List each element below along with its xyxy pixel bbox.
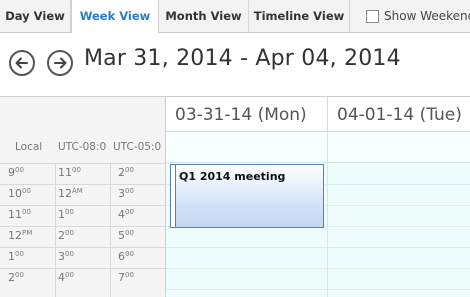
tab-month-view[interactable]: Month View: [159, 0, 249, 32]
time-row: 12PM 200 500: [0, 226, 166, 247]
all-day-slot[interactable]: [328, 132, 470, 163]
appointment-q1-meeting[interactable]: Q1 2014 meeting: [170, 164, 324, 228]
time-label-local: 1100: [8, 208, 31, 221]
previous-week-button[interactable]: [9, 50, 35, 76]
day-header-tue[interactable]: 04-01-14 (Tue): [328, 97, 470, 132]
time-label-utc8: 12AM: [58, 187, 83, 200]
hour-line: [328, 268, 470, 269]
day-header-label: 04-01-14 (Tue): [337, 105, 462, 125]
timezone-utc-8-header: UTC-08:0: [58, 141, 107, 153]
time-label-utc5: 300: [118, 187, 134, 200]
hour-line: [328, 247, 470, 248]
timezone-local-header: Local: [15, 141, 43, 153]
tab-week-view[interactable]: Week View: [71, 0, 159, 33]
show-weekend-label: Show Weekend: [384, 9, 470, 23]
hour-line: [328, 289, 470, 290]
next-week-button[interactable]: [47, 50, 73, 76]
show-weekend-toggle[interactable]: Show Weekend: [366, 8, 470, 24]
time-label-local: 12PM: [8, 229, 33, 242]
time-label-local: 100: [8, 250, 24, 263]
timezone-utc-5-header: UTC-05:0: [113, 141, 162, 153]
time-row: 100 300 600: [0, 247, 166, 268]
hour-line: [166, 247, 327, 248]
timezone-ruler: Local UTC-08:0 UTC-05:0 900 1100 200 1000 12…: [0, 97, 166, 297]
time-label-utc8: 100: [58, 208, 74, 221]
date-range-title: Mar 31, 2014 - Apr 04, 2014: [84, 46, 401, 71]
day-column-tue[interactable]: [328, 132, 470, 297]
day-header-label: 03-31-14 (Mon): [175, 105, 307, 125]
time-label-utc5: 200: [118, 166, 134, 179]
time-label-utc5: 600: [118, 250, 134, 263]
all-day-slot[interactable]: [166, 132, 327, 163]
time-label-local: 900: [8, 166, 24, 179]
time-label-local: 1000: [8, 187, 31, 200]
time-row: 1100 100 400: [0, 205, 166, 226]
tab-day-view[interactable]: Day View: [0, 0, 71, 32]
time-label-utc8: 300: [58, 250, 74, 263]
hour-line: [328, 184, 470, 185]
time-label-utc8: 1100: [58, 166, 81, 179]
time-row: 200 400 700: [0, 268, 166, 289]
show-weekend-checkbox[interactable]: [366, 9, 379, 23]
time-label-utc8: 200: [58, 229, 74, 242]
arrow-right-icon: [54, 57, 67, 69]
hour-line: [328, 226, 470, 227]
tab-timeline-view[interactable]: Timeline View: [249, 0, 350, 32]
hour-line: [328, 205, 470, 206]
appointment-status-bar: [171, 165, 176, 227]
hour-line: [166, 268, 327, 269]
view-tab-bar: Day View Week View Month View Timeline V…: [0, 0, 470, 33]
day-header-mon[interactable]: 03-31-14 (Mon): [166, 97, 328, 132]
appointment-title: Q1 2014 meeting: [179, 170, 286, 183]
hour-line: [166, 289, 327, 290]
arrow-left-icon: [15, 57, 28, 69]
time-label-local: 200: [8, 271, 24, 284]
time-label-utc5: 400: [118, 208, 134, 221]
time-label-utc8: 400: [58, 271, 74, 284]
time-label-utc5: 500: [118, 229, 134, 242]
time-row: 1000 12AM 300: [0, 184, 166, 205]
time-label-utc5: 700: [118, 271, 134, 284]
time-row: 900 1100 200: [0, 163, 166, 184]
